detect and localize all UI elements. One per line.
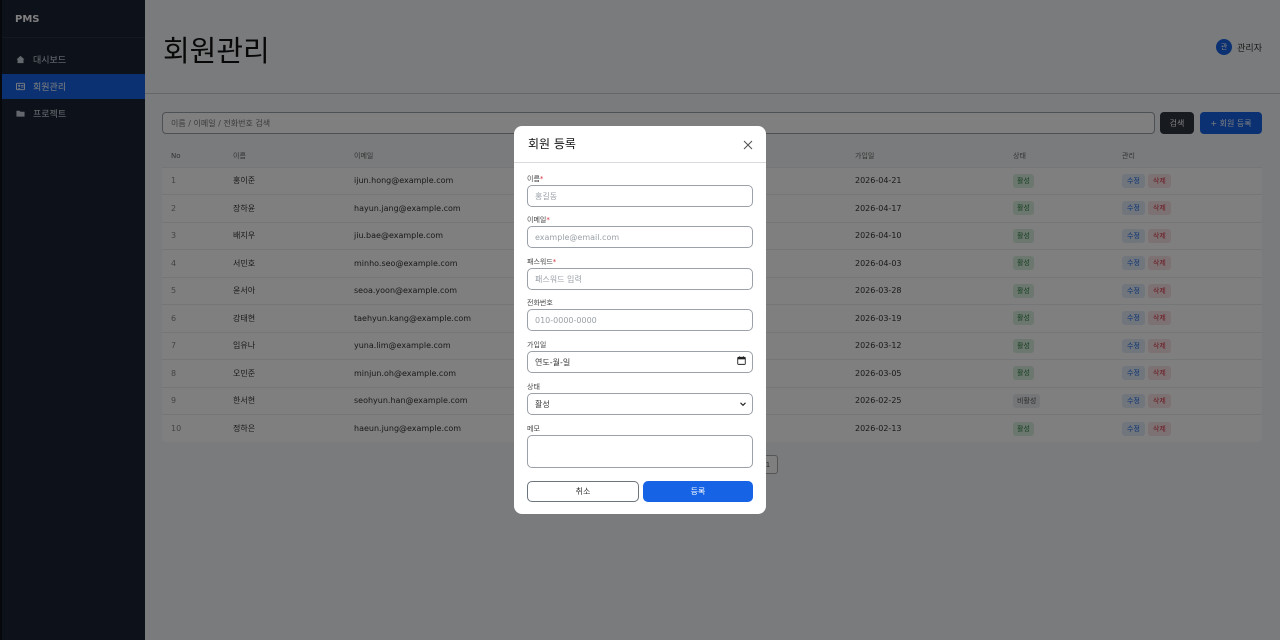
modal-header: 회원 등록 [514, 126, 766, 163]
joined-date-input[interactable]: 연도-월-일 [527, 351, 753, 373]
joined-date-field-group: 가입일 연도-월-일 [527, 340, 753, 373]
calendar-icon[interactable] [737, 356, 746, 365]
required-mark: * [539, 175, 544, 183]
required-mark: * [552, 258, 557, 266]
required-mark: * [546, 216, 550, 224]
memo-label: 메모 [527, 425, 540, 433]
phone-label: 전화번호 [527, 299, 553, 307]
password-label: 패스워드 [527, 258, 553, 266]
email-input[interactable]: example@email.com [527, 226, 753, 248]
register-member-modal: 회원 등록 이름* 홍길동 이메일* example@email.com 패스워… [514, 126, 766, 514]
email-field-group: 이메일* example@email.com [527, 215, 753, 248]
name-field-group: 이름* 홍길동 [527, 174, 753, 207]
status-select[interactable]: 활성 [527, 393, 753, 415]
phone-field-group: 전화번호 010-0000-0000 [527, 298, 753, 331]
cancel-button[interactable]: 취소 [527, 481, 639, 502]
name-input[interactable]: 홍길동 [527, 185, 753, 207]
email-label: 이메일 [527, 216, 547, 224]
submit-button[interactable]: 등록 [643, 481, 753, 502]
modal-title: 회원 등록 [528, 137, 576, 151]
close-icon[interactable] [742, 139, 754, 151]
status-label: 상태 [527, 383, 540, 391]
status-field-group: 상태 활성 [527, 382, 753, 415]
memo-field-group: 메모 [527, 424, 753, 468]
joined-date-label: 가입일 [527, 341, 547, 349]
name-label: 이름 [527, 175, 540, 183]
phone-input[interactable]: 010-0000-0000 [527, 309, 753, 331]
chevron-down-icon [740, 402, 746, 407]
password-field-group: 패스워드* 패스워드 입력 [527, 257, 753, 290]
password-input[interactable]: 패스워드 입력 [527, 268, 753, 290]
memo-textarea[interactable] [527, 435, 753, 468]
